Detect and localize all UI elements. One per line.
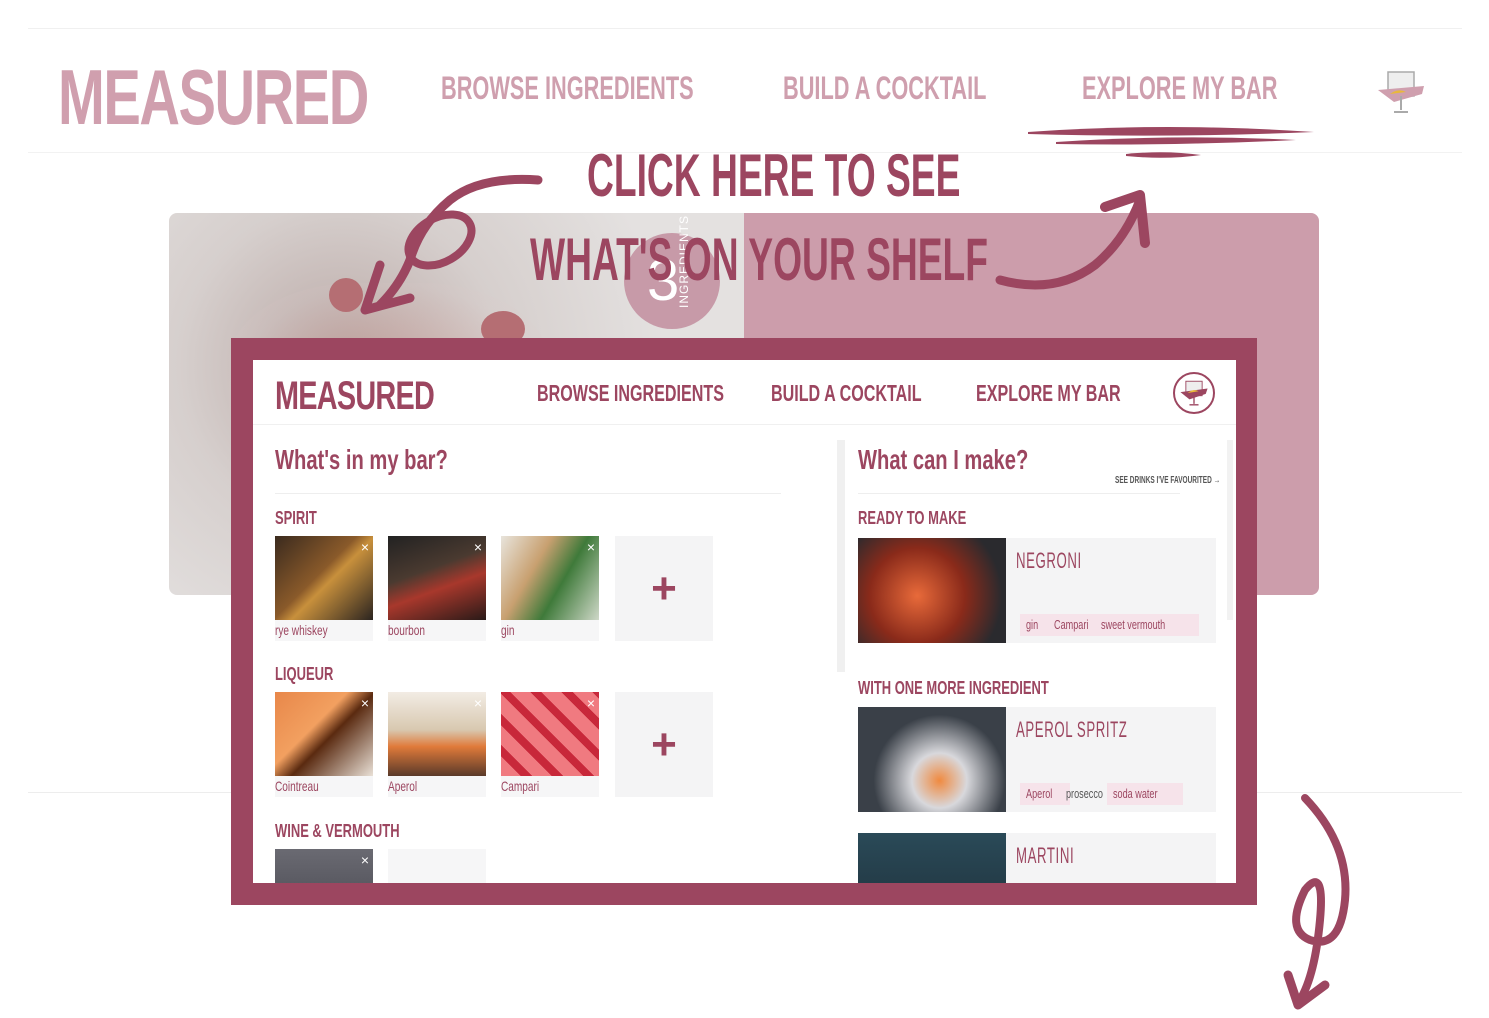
arrow-down-icon [1283, 794, 1350, 1010]
remove-icon[interactable]: × [587, 540, 595, 554]
nav-browse-ingredients[interactable]: BROWSE INGREDIENTS [537, 380, 724, 407]
annotation-line-1: CLICK HERE TO SEE [587, 142, 961, 209]
cocktail-glass-icon[interactable] [1374, 70, 1428, 116]
brush-underline [1028, 127, 1314, 158]
remove-icon[interactable]: × [361, 540, 369, 554]
gin-photo [501, 536, 599, 620]
ingredient-label: gin [501, 622, 515, 638]
left-scrollbar[interactable] [837, 440, 845, 672]
arrow-left-icon [360, 174, 543, 315]
see-favourited-link[interactable]: SEE DRINKS I'VE FAVOURITED → [1115, 475, 1220, 486]
ingredient-tile-campari[interactable]: × Campari [501, 692, 599, 797]
remove-icon[interactable]: × [587, 696, 595, 710]
rye-whiskey-photo [275, 536, 373, 620]
drink-card-martini[interactable]: MARTINI [858, 833, 1216, 883]
ingredient-label: Aperol [388, 778, 418, 794]
ingredient-tile-rye-whiskey[interactable]: × rye whiskey [275, 536, 373, 641]
ingredient-tag: gin [1020, 614, 1050, 636]
drink-card-aperol-spritz[interactable]: APEROL SPRITZ Aperol prosecco soda water [858, 707, 1216, 812]
nav-build-a-cocktail[interactable]: BUILD A COCKTAIL [771, 380, 922, 407]
add-spirit-button[interactable]: + [615, 536, 713, 641]
ingredient-tag: soda water [1107, 783, 1183, 805]
add-liqueur-button[interactable]: + [615, 692, 713, 797]
remove-icon[interactable]: × [361, 853, 369, 867]
ingredient-tile-vermouth[interactable]: × [275, 849, 373, 883]
section-divider [275, 493, 781, 494]
app-screenshot-frame: MEASURED BROWSE INGREDIENTS BUILD A COCK… [231, 338, 1257, 905]
ingredient-tile-cointreau[interactable]: × Cointreau [275, 692, 373, 797]
cherry [329, 278, 363, 312]
drink-name: NEGRONI [1016, 548, 1082, 573]
ingredient-label: Campari [501, 778, 540, 794]
remove-icon[interactable]: × [474, 540, 482, 554]
app-logo[interactable]: MEASURED [275, 374, 435, 419]
annotation-line-2: WHAT'S ON YOUR SHELF [530, 226, 989, 293]
aperol-photo [388, 692, 486, 776]
ingredient-tag: sweet vermouth [1095, 614, 1199, 636]
section-divider [858, 493, 1180, 494]
ingredient-tile-bourbon[interactable]: × bourbon [388, 536, 486, 641]
bg-nav-browse-ingredients[interactable]: BROWSE INGREDIENTS [441, 72, 694, 104]
ingredient-tile-aperol[interactable]: × Aperol [388, 692, 486, 797]
bourbon-photo [388, 536, 486, 620]
aperol-spritz-photo [858, 707, 1006, 812]
negroni-photo [858, 538, 1006, 643]
remove-icon[interactable]: × [361, 696, 369, 710]
nav-explore-my-bar[interactable]: EXPLORE MY BAR [976, 380, 1121, 407]
ingredient-label: bourbon [388, 622, 426, 638]
bg-nav-build-a-cocktail[interactable]: BUILD A COCKTAIL [783, 72, 986, 104]
plus-icon: + [651, 564, 677, 613]
arrow-up-right-icon [995, 190, 1150, 290]
drink-name: MARTINI [1016, 843, 1075, 868]
ready-to-make-label: READY TO MAKE [858, 508, 967, 528]
category-liqueur: LIQUEUR [275, 664, 334, 684]
whats-in-my-bar-title: What's in my bar? [275, 444, 448, 475]
app-nav-divider [253, 424, 1236, 425]
right-scrollbar[interactable] [1227, 440, 1233, 620]
app-window: MEASURED BROWSE INGREDIENTS BUILD A COCK… [253, 360, 1236, 883]
ingredient-label: rye whiskey [275, 622, 328, 638]
what-can-i-make-title: What can I make? [858, 444, 1029, 475]
top-divider [28, 28, 1462, 29]
vermouth-photo [275, 849, 373, 883]
remove-icon[interactable]: × [474, 696, 482, 710]
category-spirit: SPIRIT [275, 508, 317, 528]
ingredient-tile-gin[interactable]: × gin [501, 536, 599, 641]
drink-name: APEROL SPRITZ [1016, 717, 1128, 742]
one-more-ingredient-label: WITH ONE MORE INGREDIENT [858, 678, 1049, 698]
profile-glass-icon[interactable] [1173, 372, 1215, 414]
campari-photo [501, 692, 599, 776]
drink-card-negroni[interactable]: NEGRONI gin Campari sweet vermouth [858, 538, 1216, 643]
category-wine-vermouth: WINE & VERMOUTH [275, 821, 400, 841]
ingredient-label: Cointreau [275, 778, 319, 794]
bg-nav-explore-my-bar[interactable]: EXPLORE MY BAR [1082, 72, 1277, 104]
cointreau-photo [275, 692, 373, 776]
bg-logo[interactable]: MEASURED [58, 58, 369, 136]
martini-photo [858, 833, 1006, 883]
ingredient-tile-empty[interactable] [388, 849, 486, 883]
plus-icon: + [651, 720, 677, 769]
